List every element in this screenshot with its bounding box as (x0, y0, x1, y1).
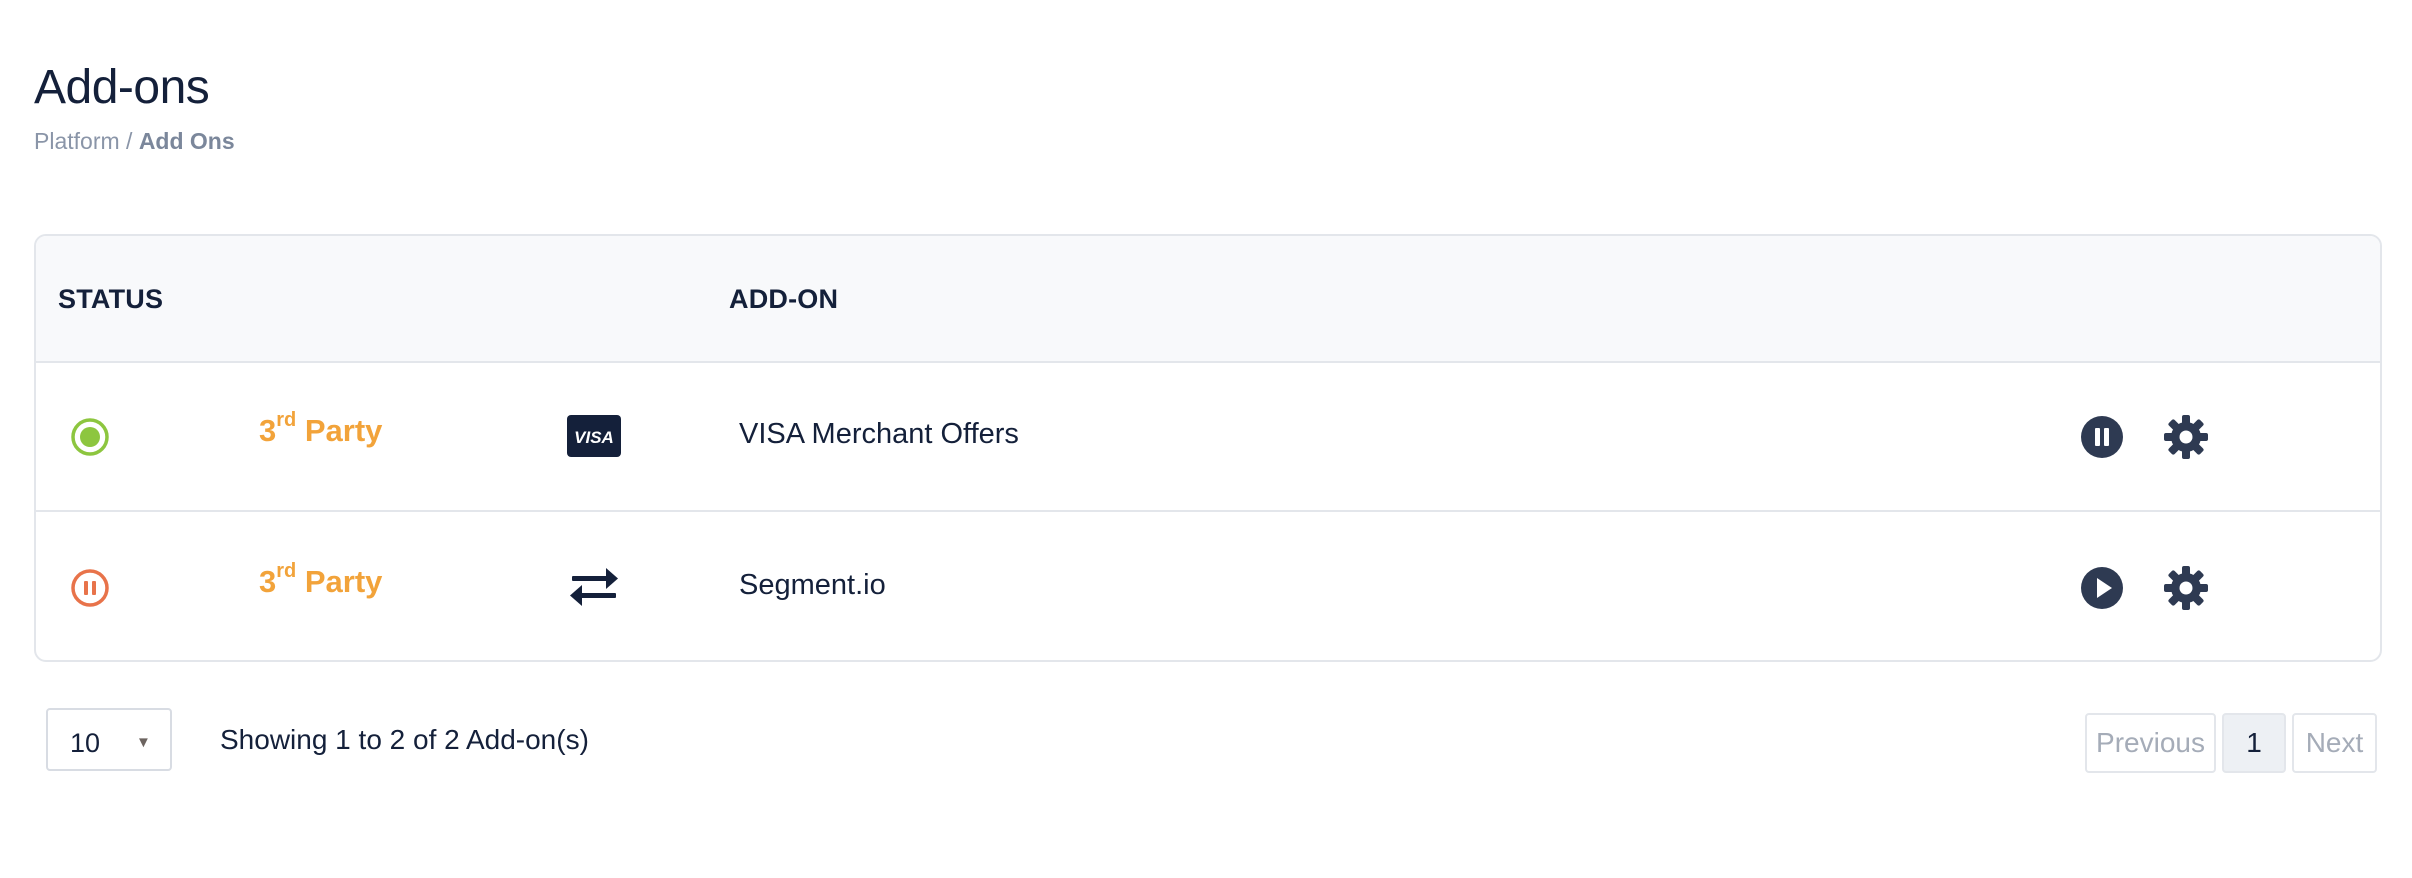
swap-arrows-icon (570, 568, 618, 606)
breadcrumb-separator: / (119, 128, 139, 154)
breadcrumb-parent-link[interactable]: Platform (34, 128, 120, 154)
svg-text:VISA: VISA (574, 428, 614, 447)
pagination-previous-button[interactable]: Previous (2085, 713, 2216, 773)
visa-logo-icon: VISA (567, 415, 621, 457)
radio-active-icon (71, 418, 109, 456)
addon-name: VISA Merchant Offers (739, 418, 1019, 450)
column-header-status: STATUS (58, 284, 164, 314)
addon-name: Segment.io (739, 569, 886, 601)
table-footer: 10 ▼ Showing 1 to 2 of 2 Add-on(s) Previ… (0, 700, 2412, 780)
addon-type-label: 3rd Party (259, 560, 383, 599)
play-circle-icon[interactable] (2080, 566, 2124, 610)
table-header: STATUS ADD-ON (36, 236, 2380, 363)
addon-type-label: 3rd Party (259, 409, 383, 448)
results-summary: Showing 1 to 2 of 2 Add-on(s) (220, 724, 589, 755)
column-header-addon: ADD-ON (729, 284, 839, 314)
pagination-next-button[interactable]: Next (2292, 713, 2377, 773)
page-title: Add-ons (34, 61, 210, 114)
page-size-value: 10 (70, 728, 101, 758)
pagination-page-1[interactable]: 1 (2222, 713, 2286, 773)
breadcrumb: Platform / Add Ons (34, 128, 235, 155)
pause-circle-icon[interactable] (2080, 415, 2124, 459)
table-row: 3rd Party VISA VISA Merchant Offers (36, 363, 2380, 512)
caret-down-icon: ▼ (136, 734, 151, 751)
addons-table: STATUS ADD-ON 3rd Party VISA VISA Mercha… (34, 234, 2382, 662)
breadcrumb-current: Add Ons (138, 128, 235, 154)
page-size-select[interactable]: 10 ▼ (46, 708, 172, 771)
gear-icon[interactable] (2162, 564, 2210, 612)
pause-status-icon (71, 569, 109, 607)
gear-icon[interactable] (2162, 413, 2210, 461)
table-row: 3rd Party Segment.io (36, 514, 2380, 660)
